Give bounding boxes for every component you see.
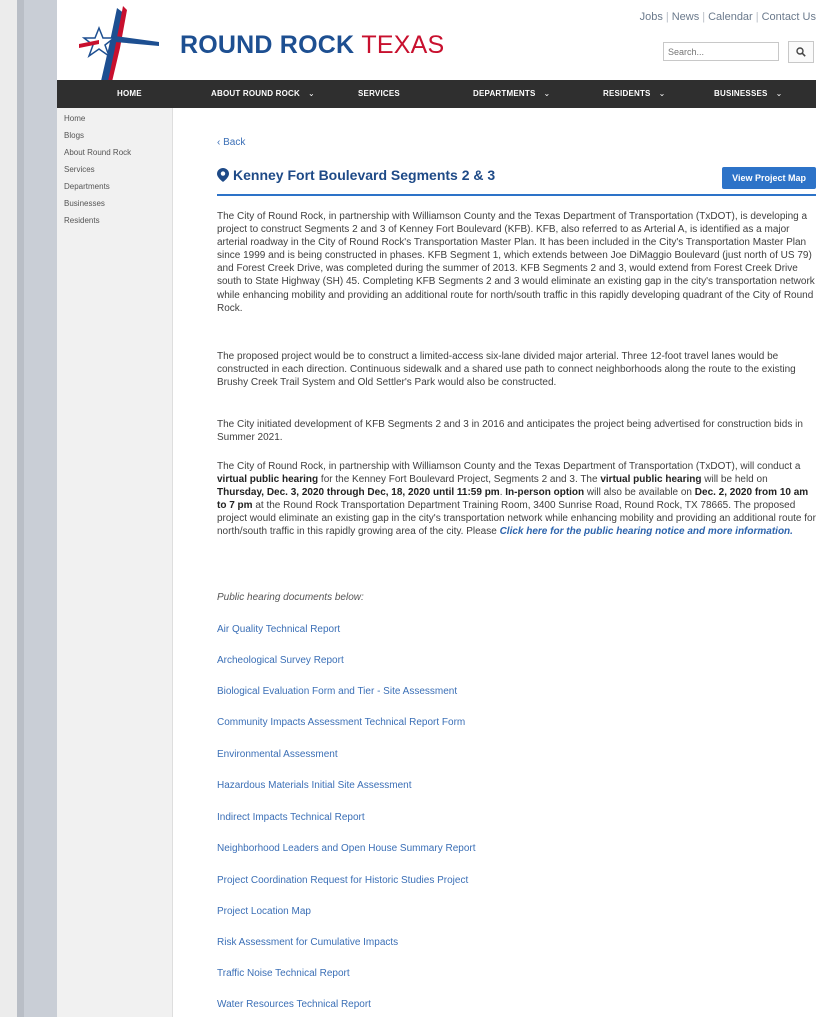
public-hearing-notice-link[interactable]: Click here for the public hearing notice… xyxy=(500,526,793,537)
hearing-dates: Thursday, Dec. 3, 2020 through Dec, 18, … xyxy=(217,487,500,499)
doc-link-risk-assessment[interactable]: Risk Assessment for Cumulative Impacts xyxy=(217,937,398,948)
doc-link-archeological-survey[interactable]: Archeological Survey Report xyxy=(217,655,344,666)
intro-paragraph: The City of Round Rock, in partnership w… xyxy=(217,211,815,314)
hearing-text-1: The City of Round Rock, in partnership w… xyxy=(217,461,801,472)
hearing-text-2: for the Kenney Fort Boulevard Project, S… xyxy=(318,474,601,486)
nav-services[interactable]: SERVICES xyxy=(358,80,400,108)
nav-home[interactable]: HOME xyxy=(117,80,142,108)
sidebar-item-businesses[interactable]: Businesses xyxy=(64,199,105,208)
hearing-bold-1: virtual public hearing xyxy=(217,474,319,486)
sidebar-item-residents[interactable]: Residents xyxy=(64,216,100,225)
timeline-paragraph: The City initiated development of KFB Se… xyxy=(217,419,803,444)
back-link[interactable]: ‹ Back xyxy=(217,137,245,148)
site-header: ROUND ROCK TEXAS Jobs | News | Calendar | Cont… xyxy=(57,0,816,124)
page-title: Kenney Fort Boulevard Segments 2 & 3 xyxy=(233,167,496,183)
hearing-bold-in-person: In-person option xyxy=(505,487,585,499)
top-link-jobs[interactable]: Jobs xyxy=(640,11,663,23)
doc-link-project-coordination[interactable]: Project Coordination Request for Histori… xyxy=(217,875,468,886)
nav-businesses-label: BUSINESSES xyxy=(714,89,768,98)
page-frame: ROUND ROCK TEXAS Jobs | News | Calendar | Cont… xyxy=(17,0,816,1017)
sidebar-item-services[interactable]: Services xyxy=(64,165,95,174)
sidebar-item-blogs[interactable]: Blogs xyxy=(64,131,84,140)
nav-departments-label: DEPARTMENTS xyxy=(473,89,536,98)
doc-link-water-resources[interactable]: Water Resources Technical Report xyxy=(217,999,371,1010)
hearing-bold-2: virtual public hearing xyxy=(600,474,702,486)
nav-businesses[interactable]: BUSINESSES ⌄ xyxy=(714,80,782,108)
main-nav: HOME ABOUT ROUND ROCK ⌄ SERVICES DEPARTME… xyxy=(57,80,816,108)
view-project-map-button[interactable]: View Project Map xyxy=(722,167,816,189)
nav-about-round-rock[interactable]: ABOUT ROUND ROCK ⌄ xyxy=(211,80,315,108)
search-button[interactable] xyxy=(788,41,814,63)
top-link-calendar[interactable]: Calendar xyxy=(708,11,753,23)
chevron-down-icon: ⌄ xyxy=(543,89,551,98)
sidebar-item-departments[interactable]: Departments xyxy=(64,182,110,191)
doc-link-neighborhood-leaders[interactable]: Neighborhood Leaders and Open House Summ… xyxy=(217,843,476,854)
public-hearing-paragraph: The City of Round Rock, in partnership w… xyxy=(217,460,816,539)
brand-name[interactable]: ROUND ROCK TEXAS xyxy=(180,31,444,60)
nav-departments[interactable]: DEPARTMENTS ⌄ xyxy=(473,80,550,108)
chevron-left-icon: ‹ xyxy=(217,137,221,148)
doc-link-environmental-assessment[interactable]: Environmental Assessment xyxy=(217,749,338,760)
back-label: Back xyxy=(223,137,246,148)
doc-link-traffic-noise[interactable]: Traffic Noise Technical Report xyxy=(217,968,350,979)
map-pin-icon xyxy=(217,168,229,182)
search-icon xyxy=(796,47,806,57)
chevron-down-icon: ⌄ xyxy=(658,89,666,98)
sidebar-item-home[interactable]: Home xyxy=(64,114,85,123)
doc-link-indirect-impacts[interactable]: Indirect Impacts Technical Report xyxy=(217,812,365,823)
sidebar-item-about-round-rock[interactable]: About Round Rock xyxy=(64,148,131,157)
chevron-down-icon: ⌄ xyxy=(775,89,783,98)
left-rail-edge xyxy=(17,0,24,1017)
doc-link-project-location-map[interactable]: Project Location Map xyxy=(217,906,311,917)
hearing-text-5: will also be available on xyxy=(584,487,695,499)
brand-secondary: TEXAS xyxy=(361,31,445,59)
brand-primary: ROUND ROCK xyxy=(180,31,355,59)
top-link-news[interactable]: News xyxy=(672,11,700,23)
design-paragraph: The proposed project would be to constru… xyxy=(217,351,796,389)
nav-residents[interactable]: RESIDENTS ⌄ xyxy=(603,80,666,108)
top-link-contact-us[interactable]: Contact Us xyxy=(762,11,816,23)
doc-link-biological-evaluation[interactable]: Biological Evaluation Form and Tier - Si… xyxy=(217,686,457,697)
hearing-text-3: will be held on xyxy=(701,474,768,486)
doc-link-air-quality[interactable]: Air Quality Technical Report xyxy=(217,624,340,635)
search-input[interactable] xyxy=(663,42,779,61)
documents-heading: Public hearing documents below: xyxy=(217,592,364,603)
utility-links: Jobs | News | Calendar | Contact Us xyxy=(639,11,816,23)
title-row: Kenney Fort Boulevard Segments 2 & 3 Vie… xyxy=(217,164,816,196)
chevron-down-icon: ⌄ xyxy=(307,89,315,98)
nav-services-label: SERVICES xyxy=(358,89,400,98)
doc-link-hazardous-materials[interactable]: Hazardous Materials Initial Site Assessm… xyxy=(217,780,412,791)
nav-about-label: ABOUT ROUND ROCK xyxy=(211,89,300,98)
nav-residents-label: RESIDENTS xyxy=(603,89,651,98)
doc-link-community-impacts[interactable]: Community Impacts Assessment Technical R… xyxy=(217,717,465,728)
nav-home-label: HOME xyxy=(117,89,142,98)
sidebar: Home Blogs About Round Rock Services Dep… xyxy=(57,108,173,1017)
